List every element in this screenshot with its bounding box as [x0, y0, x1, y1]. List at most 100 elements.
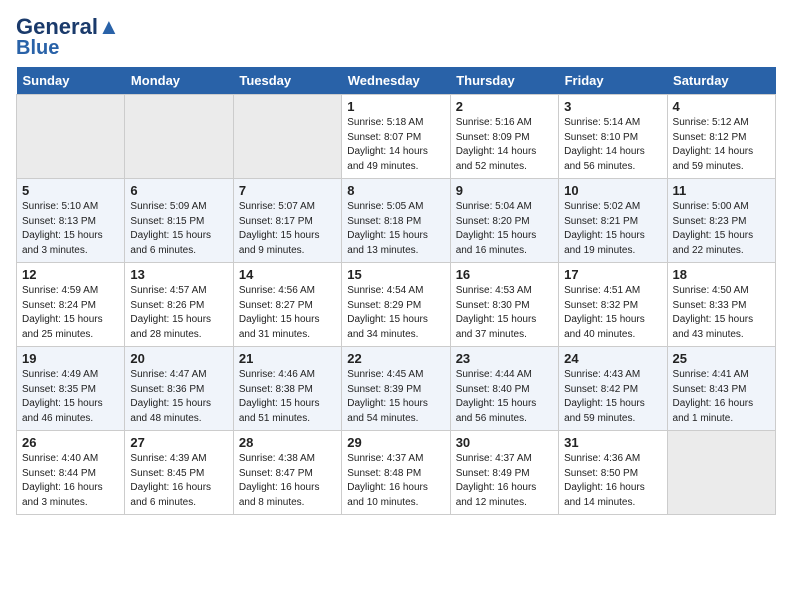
day-info: Sunrise: 5:10 AMSunset: 8:13 PMDaylight:… — [22, 200, 119, 258]
day-number: 10 — [564, 183, 661, 198]
day-number: 11 — [673, 183, 770, 198]
calendar-cell: 19 Sunrise: 4:49 AMSunset: 8:35 PMDaylig… — [17, 347, 125, 431]
weekday-header-wednesday: Wednesday — [342, 67, 450, 95]
day-number: 19 — [22, 351, 119, 366]
day-info: Sunrise: 4:49 AMSunset: 8:35 PMDaylight:… — [22, 368, 119, 426]
day-info: Sunrise: 4:54 AMSunset: 8:29 PMDaylight:… — [347, 284, 444, 342]
week-row-2: 5 Sunrise: 5:10 AMSunset: 8:13 PMDayligh… — [17, 179, 776, 263]
day-info: Sunrise: 5:07 AMSunset: 8:17 PMDaylight:… — [239, 200, 336, 258]
day-info: Sunrise: 4:50 AMSunset: 8:33 PMDaylight:… — [673, 284, 770, 342]
day-number: 13 — [130, 267, 227, 282]
calendar-cell: 10 Sunrise: 5:02 AMSunset: 8:21 PMDaylig… — [559, 179, 667, 263]
day-number: 15 — [347, 267, 444, 282]
day-info: Sunrise: 4:39 AMSunset: 8:45 PMDaylight:… — [130, 452, 227, 510]
day-number: 14 — [239, 267, 336, 282]
calendar-table: SundayMondayTuesdayWednesdayThursdayFrid… — [16, 67, 776, 515]
calendar-cell: 11 Sunrise: 5:00 AMSunset: 8:23 PMDaylig… — [667, 179, 775, 263]
weekday-header-sunday: Sunday — [17, 67, 125, 95]
day-info: Sunrise: 5:09 AMSunset: 8:15 PMDaylight:… — [130, 200, 227, 258]
calendar-cell: 1 Sunrise: 5:18 AMSunset: 8:07 PMDayligh… — [342, 95, 450, 179]
calendar-cell: 6 Sunrise: 5:09 AMSunset: 8:15 PMDayligh… — [125, 179, 233, 263]
day-info: Sunrise: 4:37 AMSunset: 8:48 PMDaylight:… — [347, 452, 444, 510]
day-number: 6 — [130, 183, 227, 198]
day-number: 7 — [239, 183, 336, 198]
weekday-header-saturday: Saturday — [667, 67, 775, 95]
calendar-cell: 2 Sunrise: 5:16 AMSunset: 8:09 PMDayligh… — [450, 95, 558, 179]
calendar-cell: 24 Sunrise: 4:43 AMSunset: 8:42 PMDaylig… — [559, 347, 667, 431]
weekday-header-monday: Monday — [125, 67, 233, 95]
calendar-cell: 25 Sunrise: 4:41 AMSunset: 8:43 PMDaylig… — [667, 347, 775, 431]
day-number: 24 — [564, 351, 661, 366]
day-number: 29 — [347, 435, 444, 450]
calendar-cell: 20 Sunrise: 4:47 AMSunset: 8:36 PMDaylig… — [125, 347, 233, 431]
calendar-cell — [17, 95, 125, 179]
day-info: Sunrise: 4:53 AMSunset: 8:30 PMDaylight:… — [456, 284, 553, 342]
calendar-cell: 28 Sunrise: 4:38 AMSunset: 8:47 PMDaylig… — [233, 431, 341, 515]
day-number: 2 — [456, 99, 553, 114]
day-info: Sunrise: 5:02 AMSunset: 8:21 PMDaylight:… — [564, 200, 661, 258]
calendar-cell: 7 Sunrise: 5:07 AMSunset: 8:17 PMDayligh… — [233, 179, 341, 263]
calendar-cell: 31 Sunrise: 4:36 AMSunset: 8:50 PMDaylig… — [559, 431, 667, 515]
day-info: Sunrise: 5:04 AMSunset: 8:20 PMDaylight:… — [456, 200, 553, 258]
day-info: Sunrise: 5:05 AMSunset: 8:18 PMDaylight:… — [347, 200, 444, 258]
day-info: Sunrise: 4:57 AMSunset: 8:26 PMDaylight:… — [130, 284, 227, 342]
day-number: 17 — [564, 267, 661, 282]
calendar-cell — [233, 95, 341, 179]
calendar-cell: 18 Sunrise: 4:50 AMSunset: 8:33 PMDaylig… — [667, 263, 775, 347]
calendar-cell: 22 Sunrise: 4:45 AMSunset: 8:39 PMDaylig… — [342, 347, 450, 431]
day-info: Sunrise: 4:44 AMSunset: 8:40 PMDaylight:… — [456, 368, 553, 426]
day-number: 22 — [347, 351, 444, 366]
day-number: 8 — [347, 183, 444, 198]
day-number: 18 — [673, 267, 770, 282]
week-row-1: 1 Sunrise: 5:18 AMSunset: 8:07 PMDayligh… — [17, 95, 776, 179]
day-number: 28 — [239, 435, 336, 450]
calendar-cell: 15 Sunrise: 4:54 AMSunset: 8:29 PMDaylig… — [342, 263, 450, 347]
day-info: Sunrise: 5:12 AMSunset: 8:12 PMDaylight:… — [673, 116, 770, 174]
calendar-cell: 16 Sunrise: 4:53 AMSunset: 8:30 PMDaylig… — [450, 263, 558, 347]
day-info: Sunrise: 4:59 AMSunset: 8:24 PMDaylight:… — [22, 284, 119, 342]
calendar-cell: 9 Sunrise: 5:04 AMSunset: 8:20 PMDayligh… — [450, 179, 558, 263]
calendar-cell: 4 Sunrise: 5:12 AMSunset: 8:12 PMDayligh… — [667, 95, 775, 179]
day-number: 5 — [22, 183, 119, 198]
day-number: 12 — [22, 267, 119, 282]
day-number: 1 — [347, 99, 444, 114]
day-info: Sunrise: 4:47 AMSunset: 8:36 PMDaylight:… — [130, 368, 227, 426]
day-number: 16 — [456, 267, 553, 282]
logo: General▲ Blue — [16, 16, 120, 59]
calendar-cell: 13 Sunrise: 4:57 AMSunset: 8:26 PMDaylig… — [125, 263, 233, 347]
page-header: General▲ Blue — [16, 16, 776, 59]
calendar-cell: 3 Sunrise: 5:14 AMSunset: 8:10 PMDayligh… — [559, 95, 667, 179]
day-info: Sunrise: 4:51 AMSunset: 8:32 PMDaylight:… — [564, 284, 661, 342]
day-info: Sunrise: 4:56 AMSunset: 8:27 PMDaylight:… — [239, 284, 336, 342]
day-info: Sunrise: 4:36 AMSunset: 8:50 PMDaylight:… — [564, 452, 661, 510]
calendar-cell: 8 Sunrise: 5:05 AMSunset: 8:18 PMDayligh… — [342, 179, 450, 263]
weekday-header-thursday: Thursday — [450, 67, 558, 95]
day-number: 30 — [456, 435, 553, 450]
calendar-cell: 23 Sunrise: 4:44 AMSunset: 8:40 PMDaylig… — [450, 347, 558, 431]
day-info: Sunrise: 4:46 AMSunset: 8:38 PMDaylight:… — [239, 368, 336, 426]
day-info: Sunrise: 4:40 AMSunset: 8:44 PMDaylight:… — [22, 452, 119, 510]
day-number: 3 — [564, 99, 661, 114]
day-info: Sunrise: 4:37 AMSunset: 8:49 PMDaylight:… — [456, 452, 553, 510]
calendar-cell — [667, 431, 775, 515]
day-info: Sunrise: 4:45 AMSunset: 8:39 PMDaylight:… — [347, 368, 444, 426]
calendar-cell: 27 Sunrise: 4:39 AMSunset: 8:45 PMDaylig… — [125, 431, 233, 515]
day-number: 26 — [22, 435, 119, 450]
day-info: Sunrise: 5:18 AMSunset: 8:07 PMDaylight:… — [347, 116, 444, 174]
day-info: Sunrise: 4:38 AMSunset: 8:47 PMDaylight:… — [239, 452, 336, 510]
calendar-cell: 26 Sunrise: 4:40 AMSunset: 8:44 PMDaylig… — [17, 431, 125, 515]
week-row-4: 19 Sunrise: 4:49 AMSunset: 8:35 PMDaylig… — [17, 347, 776, 431]
logo-text: General▲ — [16, 16, 120, 38]
week-row-5: 26 Sunrise: 4:40 AMSunset: 8:44 PMDaylig… — [17, 431, 776, 515]
calendar-cell: 17 Sunrise: 4:51 AMSunset: 8:32 PMDaylig… — [559, 263, 667, 347]
day-number: 9 — [456, 183, 553, 198]
day-info: Sunrise: 4:43 AMSunset: 8:42 PMDaylight:… — [564, 368, 661, 426]
calendar-cell: 12 Sunrise: 4:59 AMSunset: 8:24 PMDaylig… — [17, 263, 125, 347]
calendar-cell: 30 Sunrise: 4:37 AMSunset: 8:49 PMDaylig… — [450, 431, 558, 515]
weekday-header-friday: Friday — [559, 67, 667, 95]
weekday-header-row: SundayMondayTuesdayWednesdayThursdayFrid… — [17, 67, 776, 95]
calendar-cell — [125, 95, 233, 179]
day-info: Sunrise: 5:14 AMSunset: 8:10 PMDaylight:… — [564, 116, 661, 174]
day-number: 21 — [239, 351, 336, 366]
day-number: 20 — [130, 351, 227, 366]
